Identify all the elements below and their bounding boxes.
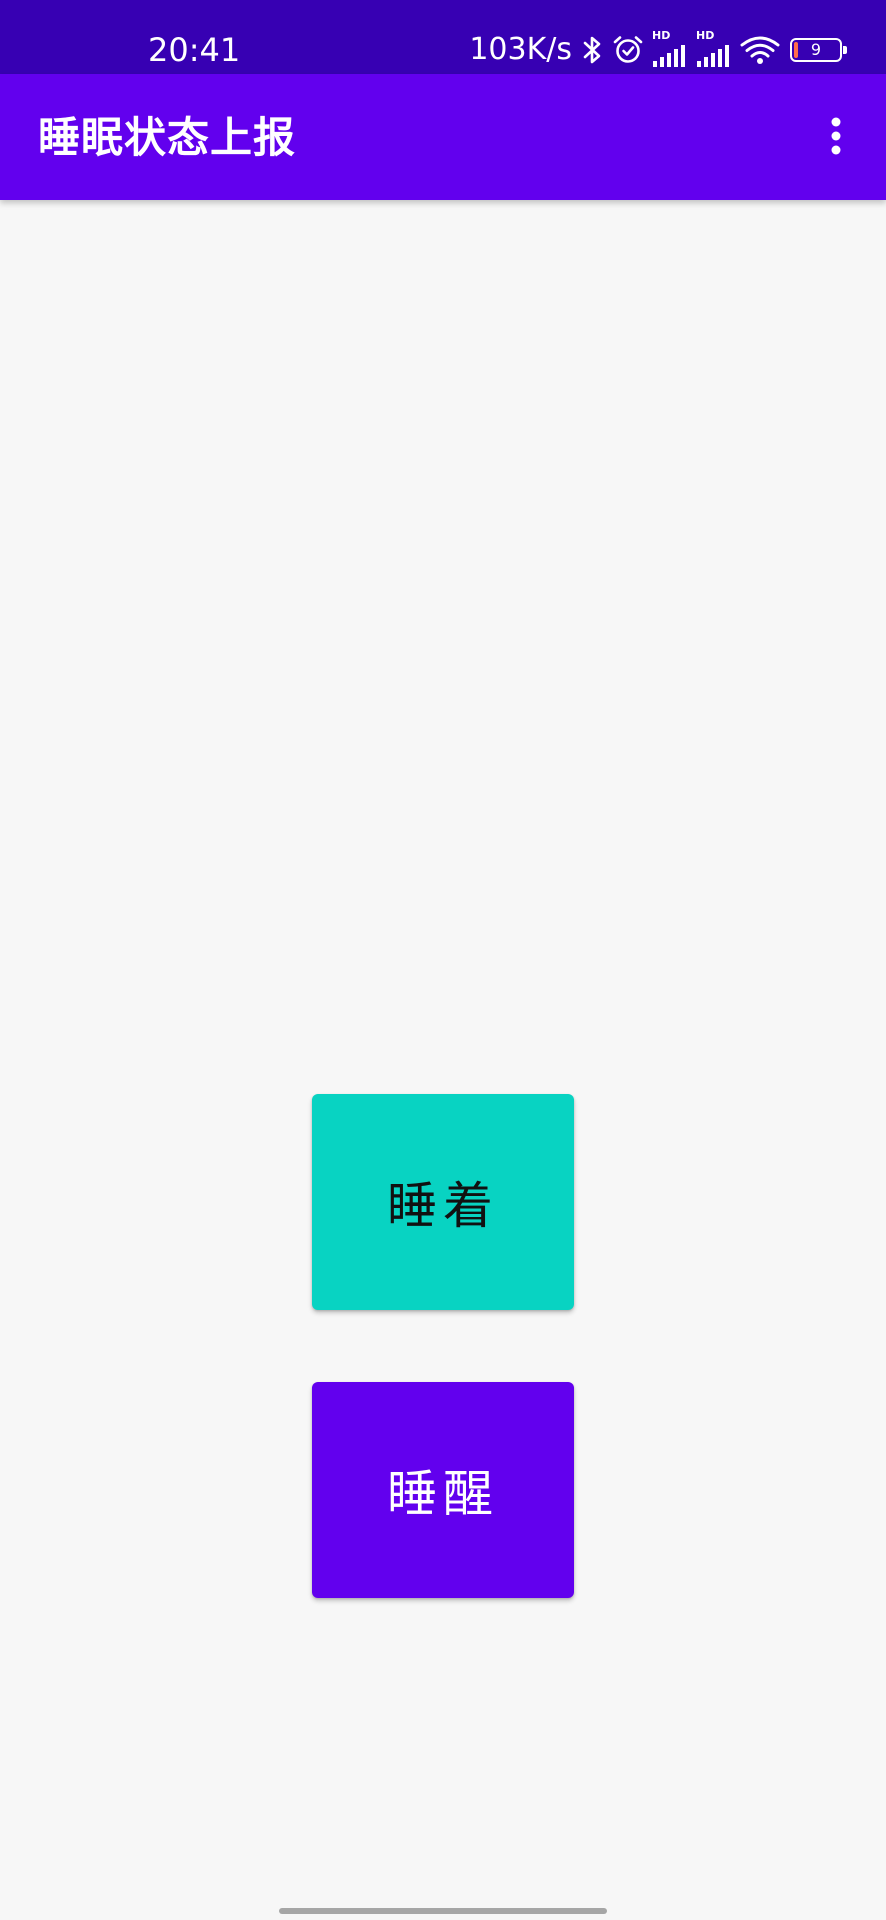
battery-icon: 9 <box>790 38 847 62</box>
asleep-button[interactable]: 睡着 <box>312 1094 574 1310</box>
status-bar: 20:41 103K/s HD HD 9 <box>0 0 886 74</box>
bluetooth-icon <box>582 34 604 66</box>
more-options-button[interactable] <box>808 110 864 166</box>
asleep-button-label: 睡着 <box>387 1177 499 1235</box>
status-icons: 103K/s HD HD 9 <box>469 30 847 70</box>
battery-level: 9 <box>810 40 822 59</box>
app-bar: 睡眠状态上报 <box>0 74 886 200</box>
status-time: 20:41 <box>148 31 241 69</box>
gesture-navigation-handle[interactable] <box>279 1908 607 1914</box>
wifi-icon <box>740 34 780 66</box>
alarm-icon <box>612 34 644 66</box>
more-vert-icon <box>830 116 842 160</box>
awake-button[interactable]: 睡醒 <box>312 1382 574 1598</box>
hd-signal-icon: HD <box>696 30 732 70</box>
awake-button-label: 睡醒 <box>387 1465 499 1523</box>
app-title: 睡眠状态上报 <box>38 113 297 162</box>
network-speed: 103K/s <box>469 32 572 67</box>
hd-signal-icon: HD <box>652 30 688 70</box>
